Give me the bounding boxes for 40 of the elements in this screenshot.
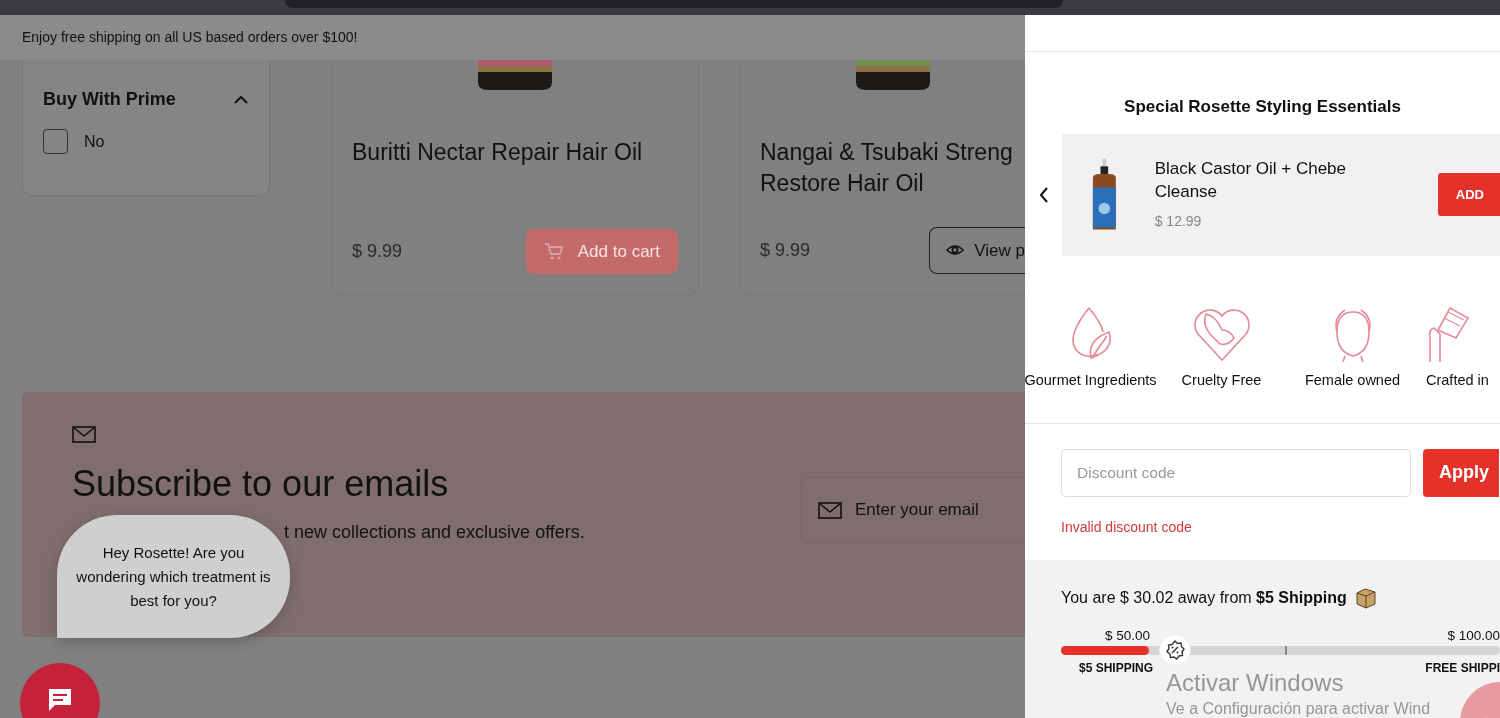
shipping-message: You are $ 30.02 away from $5 Shipping [1061,587,1347,608]
milestone-amount: $ 50.00 [1105,626,1151,645]
milestone-label: FREE SHIPPI [1425,659,1500,677]
feature-label: Crafted in [1426,370,1489,390]
checkbox[interactable] [43,129,68,154]
option-label[interactable]: No [84,129,105,154]
subscribe-title: Subscribe to our emails [72,462,449,506]
email-field[interactable]: Enter your email [800,477,1025,543]
product-title[interactable]: Nangai & Tsubaki Streng [760,137,1025,168]
feature-label: Female owned [1304,370,1401,390]
product-title[interactable]: Restore Hair Oil [760,168,1025,199]
product-price: $ 9.99 [352,239,403,263]
eye-icon [946,243,965,258]
add-to-cart-button[interactable]: Add to cart [525,228,678,274]
activation-text: Ve a Configuración para activar Wind [1166,699,1431,718]
chevron-left-icon [1038,185,1049,204]
milestone-amount: $ 100.00 [1447,626,1500,645]
mail-icon [818,502,842,519]
mail-icon [72,426,96,443]
discount-badge-icon [1164,639,1185,660]
chevron-icon[interactable] [233,93,249,106]
discount-field[interactable]: Discount code [1061,448,1411,497]
announcement-text: Enjoy free shipping on all US based orders over $100! [22,28,358,47]
package-icon [1354,586,1377,609]
recommendations-title: Special Rosette Styling Essentials [1123,96,1402,118]
product-price: $ 12.99 [1154,212,1203,231]
activation-title: Activar Windows [1166,669,1344,697]
product-title[interactable]: Buritti Nectar Repair Hair Oil [352,137,678,168]
cart-icon [543,241,564,261]
add-button[interactable]: ADD [1437,172,1500,217]
product-price: $ 9.99 [760,238,811,262]
error-message: Invalid discount code [1061,518,1192,535]
subscribe-text: t new collections and exclusive offers. [284,521,586,544]
feature-label: Cruelty Free [1181,370,1262,390]
filter-title[interactable]: Buy With Prime [43,86,176,113]
product-name[interactable]: Black Castor Oil + Chebe Cleanse [1154,157,1402,203]
milestone-label: $5 SHIPPING [1079,659,1154,677]
chat-icon [47,687,73,713]
apply-button[interactable]: Apply [1423,448,1499,497]
feature-label: Gourmet Ingredients [1025,370,1157,390]
